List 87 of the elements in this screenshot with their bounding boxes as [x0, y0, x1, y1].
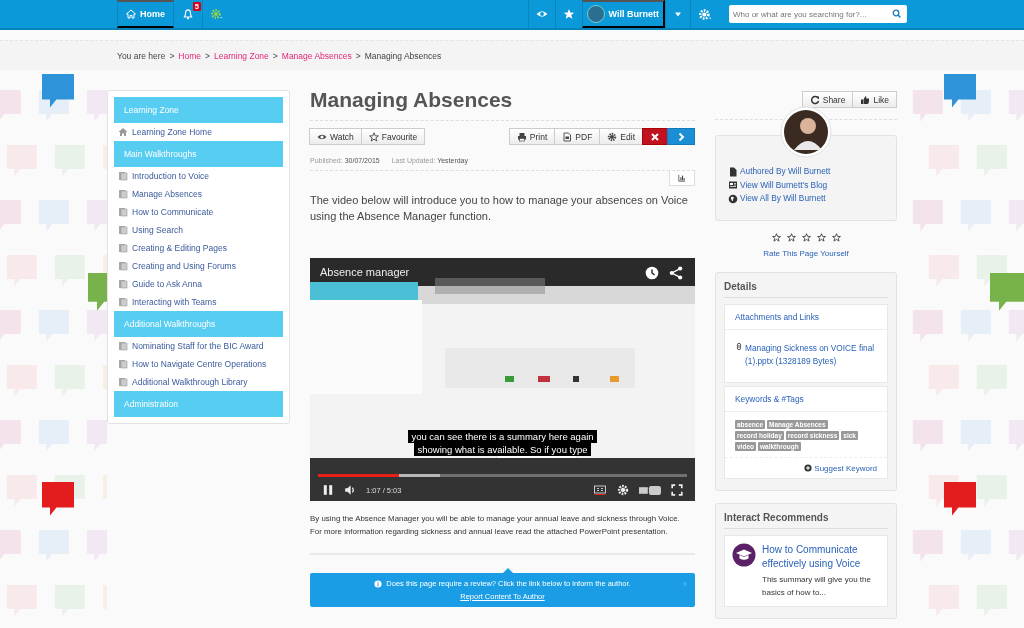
- document-icon: [562, 131, 573, 142]
- clock-icon: [645, 266, 659, 280]
- sidebar-item-label[interactable]: Interacting with Teams: [132, 297, 217, 307]
- search-icon: [892, 9, 902, 19]
- video-title: Absence manager: [320, 266, 410, 279]
- sidebar-item-label[interactable]: Guide to Ask Anna: [132, 279, 202, 289]
- author-link[interactable]: View Will Burnett's Blog: [740, 178, 828, 192]
- share-icon: [809, 94, 820, 105]
- share-icon: [669, 266, 683, 280]
- video-caption: you can see there is a summary here again: [408, 430, 597, 443]
- video-caption: showing what is available. So if you type: [414, 443, 591, 456]
- newspaper-icon: [728, 180, 738, 191]
- pdf-button[interactable]: PDF: [554, 128, 601, 145]
- keywords-heading: Keywords & #Tags: [725, 386, 887, 412]
- share-button[interactable]: Share: [801, 91, 854, 108]
- plus-icon: [804, 464, 813, 472]
- fullscreen-icon: [671, 484, 683, 496]
- breadcrumb-separator: >: [205, 51, 210, 61]
- settings-icon: [698, 7, 712, 21]
- sidebar-item-label[interactable]: Creating and Using Forums: [132, 261, 236, 271]
- breadcrumb-separator: >: [355, 51, 361, 61]
- printer-icon: [516, 131, 527, 142]
- recommendation-title[interactable]: How to Communicate effectively using Voice: [762, 542, 880, 571]
- eye-icon: [535, 8, 548, 20]
- info-icon: [374, 579, 383, 588]
- next-button[interactable]: [667, 128, 695, 145]
- attachments-heading: Attachments and Links: [725, 304, 887, 330]
- breadcrumb-separator: >: [272, 51, 278, 61]
- star-icon: [562, 8, 575, 20]
- rating-star[interactable]: [831, 232, 841, 242]
- video-progress-bar[interactable]: [318, 474, 687, 477]
- details-heading: Details: [724, 280, 888, 298]
- recommends-heading: Interact Recommends: [724, 511, 888, 529]
- home-icon: [118, 127, 128, 137]
- paperclip-icon: [735, 341, 743, 351]
- star-icon: [368, 131, 379, 142]
- chevron-icon: [676, 131, 686, 142]
- breadcrumb-link[interactable]: Manage Absences: [281, 51, 352, 61]
- sidebar-item-label[interactable]: Creating & Editing Pages: [132, 243, 227, 253]
- home-icon: [126, 9, 136, 19]
- rate-link[interactable]: Rate This Page Yourself: [763, 248, 849, 258]
- sidebar-item-label[interactable]: Manage Absences: [132, 189, 202, 199]
- settings-icon: [617, 484, 629, 496]
- search-field[interactable]: Who or what are you searching for?...: [729, 5, 907, 23]
- author-link[interactable]: Authored By Will Burnett: [740, 165, 831, 179]
- bar-chart-icon: [678, 174, 686, 182]
- favourite-button[interactable]: Favourite: [360, 128, 426, 145]
- rating-star[interactable]: [801, 232, 811, 242]
- edit-button[interactable]: Edit: [599, 128, 643, 145]
- breadcrumb-link[interactable]: Learning Zone: [214, 51, 269, 61]
- attachment-link[interactable]: Managing Sickness on VOICE final (1).pptx (1328189 Bytes): [745, 341, 877, 368]
- close-icon: [650, 131, 660, 142]
- sidebar-item-label[interactable]: Nominating Staff for the BIC Award: [132, 341, 264, 351]
- breadcrumb-text: Managing Absences: [364, 51, 442, 61]
- like-button[interactable]: Like: [852, 91, 897, 108]
- watch-button[interactable]: Watch: [309, 128, 362, 145]
- rating-star[interactable]: [786, 232, 796, 242]
- intro-text: The video below will introduce you to how to manage your absences on Voice using the Absence Manager function.: [310, 193, 689, 224]
- page-title: Managing Absences: [310, 88, 695, 121]
- graduation-cap-icon: [732, 542, 756, 567]
- settings-icon: [210, 8, 223, 20]
- thumbs-up-icon: [860, 94, 871, 105]
- pause-icon: [322, 484, 334, 496]
- rating-star[interactable]: [816, 232, 826, 242]
- document-icon: [728, 166, 738, 177]
- bell-icon: [182, 8, 194, 20]
- sidebar-item-label[interactable]: Using Search: [132, 225, 184, 235]
- delete-button[interactable]: [642, 128, 668, 145]
- author-link[interactable]: View All By Will Burnett: [740, 192, 826, 206]
- breadcrumb-link[interactable]: Home: [178, 51, 202, 61]
- sidebar-item-label[interactable]: How to Navigate Centre Operations: [132, 359, 267, 369]
- sidebar-item-label[interactable]: How to Communicate: [132, 207, 214, 217]
- statistics-button[interactable]: [669, 171, 695, 186]
- rating-star[interactable]: [771, 232, 781, 242]
- recommendation-summary: This summary will give you the basics of how to...: [762, 573, 872, 599]
- gear-icon: [607, 131, 618, 142]
- volume-icon: [344, 484, 356, 496]
- breadcrumb-text: You are here: [117, 51, 166, 61]
- video-logo-icon: [639, 484, 661, 496]
- suggest-keyword-link[interactable]: Suggest Keyword: [814, 463, 877, 473]
- print-button[interactable]: Print: [508, 128, 556, 145]
- breadcrumb-separator: >: [169, 51, 175, 61]
- sidebar-item-label[interactable]: Additional Walkthrough Library: [132, 377, 248, 387]
- sidebar-item-label[interactable]: Introduction to Voice: [132, 171, 210, 181]
- sidebar-item-label[interactable]: Learning Zone Home: [132, 127, 212, 137]
- captions-icon: [593, 484, 607, 496]
- globe-icon: [728, 193, 738, 204]
